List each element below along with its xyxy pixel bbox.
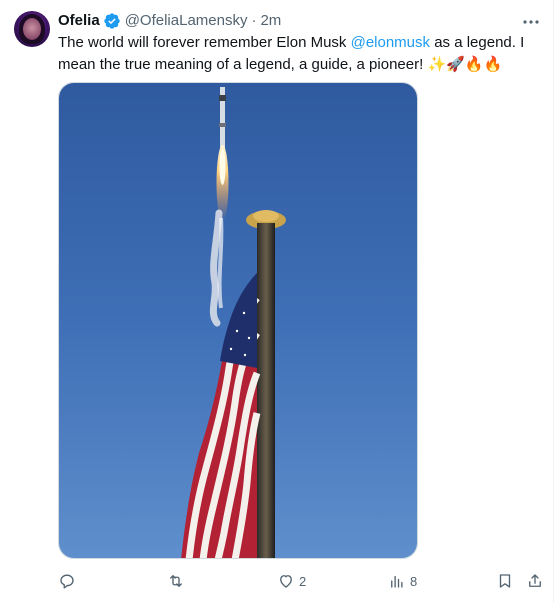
rocket-flag-photo (59, 83, 417, 558)
heart-icon (280, 575, 292, 588)
like-count: 2 (299, 573, 307, 589)
author-name[interactable]: Ofelia (58, 11, 100, 31)
views-button[interactable]: 8 (388, 570, 417, 592)
tweet-media-image[interactable] (58, 82, 418, 559)
analytics-icon (391, 575, 403, 588)
verified-badge-icon[interactable] (103, 12, 121, 30)
author-handle[interactable]: @OfeliaLamensky (125, 11, 248, 31)
mention-link[interactable]: @elonmusk (351, 34, 430, 51)
views-count: 8 (410, 573, 418, 589)
post-timestamp[interactable]: 2m (260, 11, 281, 31)
tweet-card[interactable]: Ofelia @OfeliaLamensky · 2m The world wi… (0, 0, 554, 603)
more-options-icon[interactable] (521, 12, 541, 32)
repost-icon (170, 575, 182, 587)
tweet-header: Ofelia @OfeliaLamensky · 2m (58, 11, 281, 31)
tweet-actions: 2 8 (58, 570, 546, 592)
share-icon (529, 574, 541, 587)
like-button[interactable]: 2 (277, 570, 306, 592)
reply-button[interactable] (58, 570, 80, 592)
tweet-emojis: ✨🚀🔥🔥 (427, 56, 503, 73)
bookmark-button[interactable] (496, 570, 514, 592)
avatar-face (23, 18, 41, 40)
repost-button[interactable] (167, 570, 189, 592)
tweet-text-part-1: The world will forever remember Elon Mus… (58, 34, 351, 51)
bookmark-icon (499, 574, 511, 588)
avatar[interactable] (14, 11, 50, 47)
reply-icon (60, 574, 74, 589)
header-separator: · (251, 12, 257, 29)
tweet-text: The world will forever remember Elon Mus… (58, 32, 544, 76)
share-button[interactable] (526, 570, 544, 592)
